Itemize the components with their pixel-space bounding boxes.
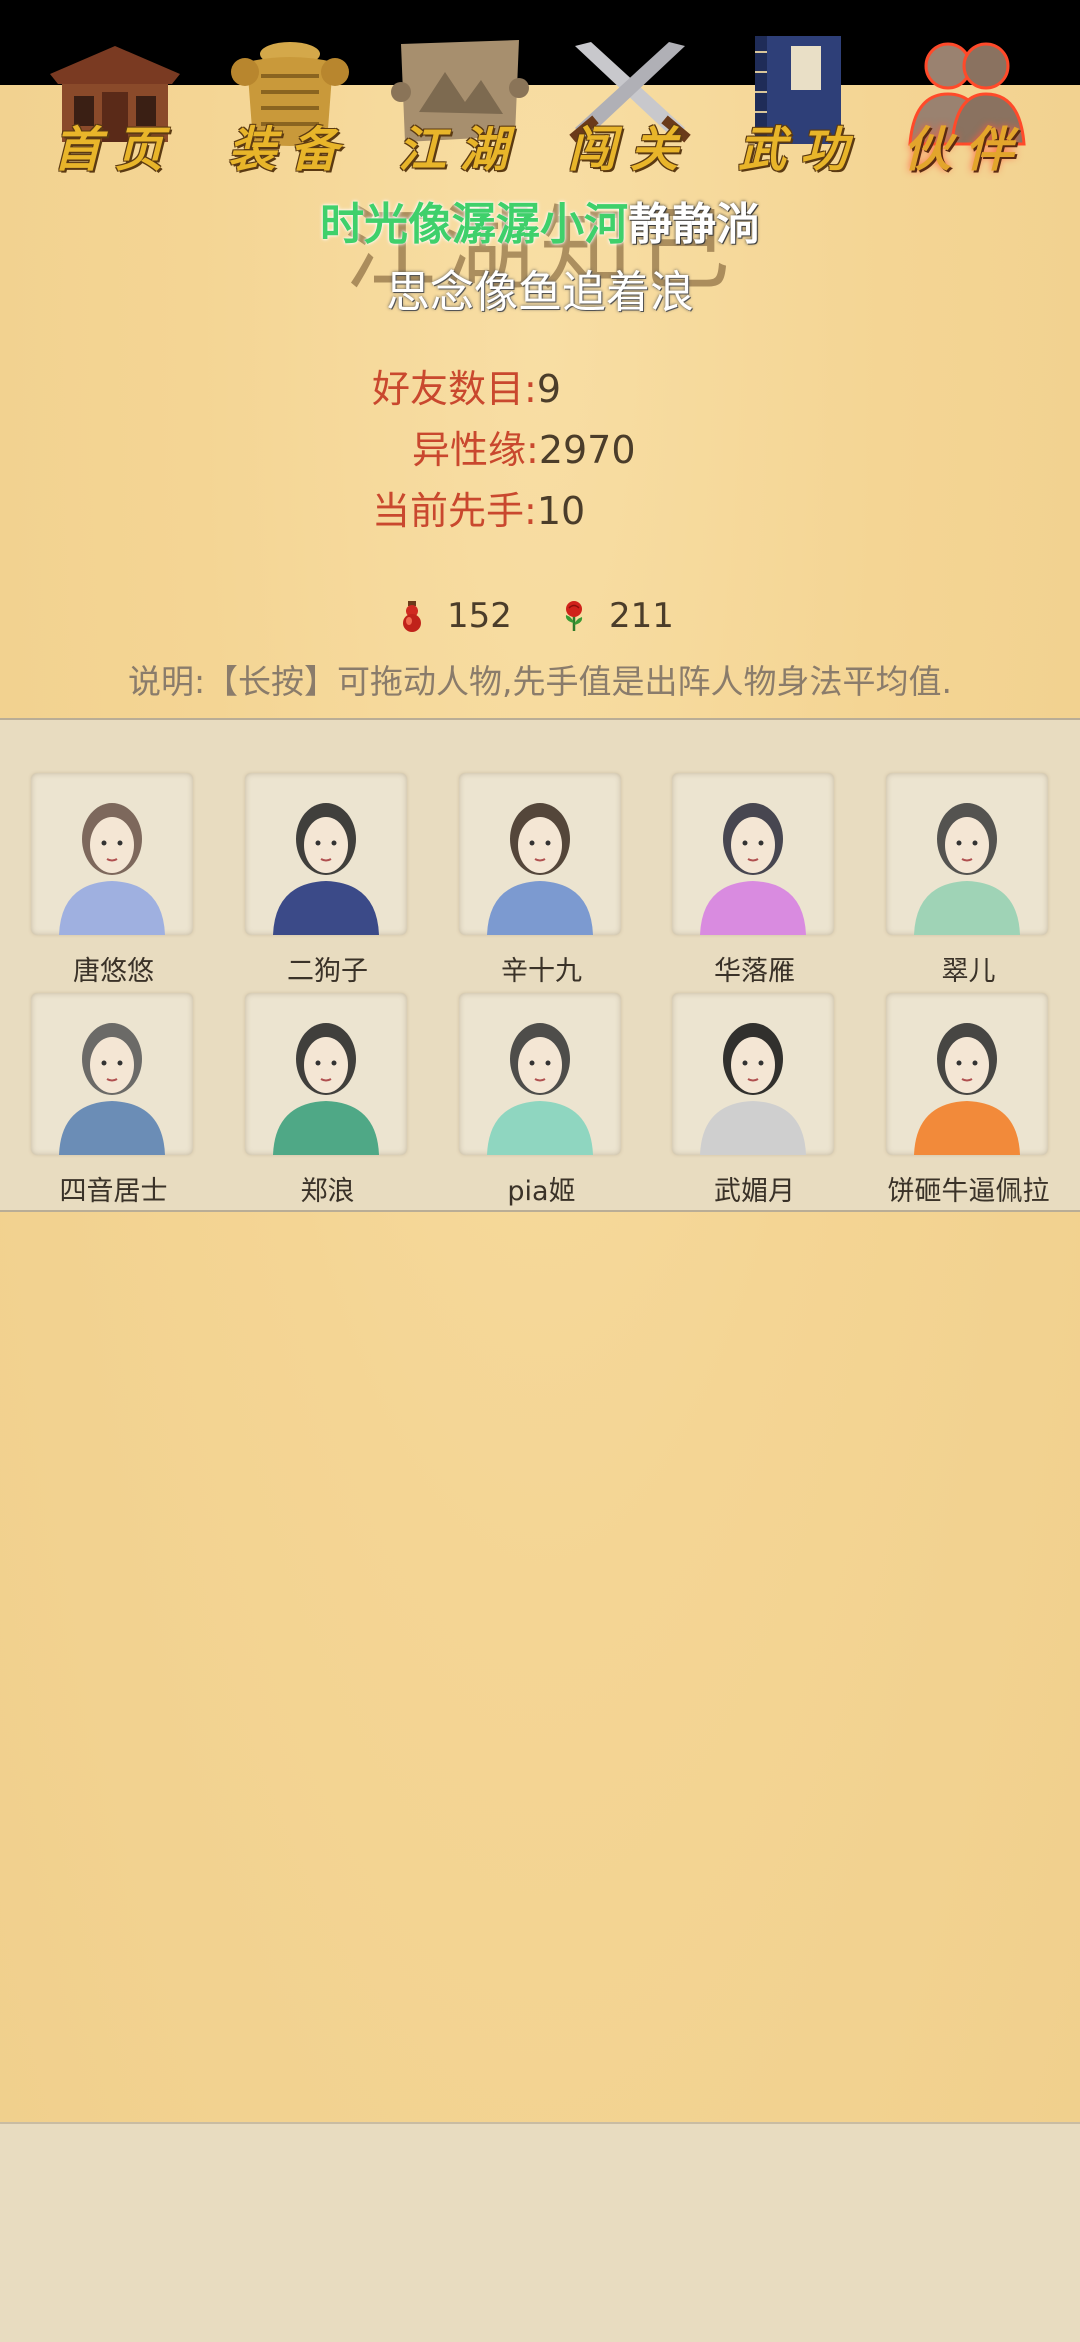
stat-initiative: 当前先手:10 (372, 480, 585, 535)
nav-jianghu[interactable]: 江湖 (385, 32, 535, 182)
friend-portrait (459, 993, 621, 1155)
rose-count: 211 (609, 596, 674, 636)
friend-name: 二狗子 (287, 956, 368, 987)
nav-companions[interactable]: 伙伴 (890, 32, 1040, 182)
friend-card[interactable]: 四音居士 (31, 993, 196, 1207)
friend-card[interactable]: 郑浪 (245, 993, 410, 1207)
portrait-figure-icon (700, 803, 806, 935)
portrait-figure-icon (487, 803, 593, 935)
nav-label: 武功 (737, 122, 862, 178)
friend-name: 唐悠悠 (73, 956, 154, 987)
friend-card[interactable]: 饼砸牛逼佩拉 (886, 993, 1051, 1207)
stat-charm: 异性缘:2970 (412, 419, 636, 474)
lyric-line-1: 时光像潺潺小河静静淌 (0, 188, 1080, 252)
friend-card[interactable]: 华落雁 (672, 773, 837, 987)
friend-portrait (31, 773, 193, 935)
friend-portrait (672, 993, 834, 1155)
lyric-rest: 静静淌 (628, 199, 760, 250)
friend-portrait (31, 993, 193, 1155)
rose-currency: 211 (557, 596, 674, 636)
portrait-figure-icon (273, 803, 379, 935)
red-gourd-icon (403, 601, 421, 632)
stat-label: 当前先手: (372, 489, 537, 533)
friend-card[interactable]: 辛十九 (459, 773, 624, 987)
nav-label: 伙伴 (902, 122, 1027, 178)
rose-icon (565, 601, 583, 631)
stat-value: 9 (536, 367, 561, 411)
nav-martial-arts[interactable]: 武功 (725, 32, 875, 182)
friend-card[interactable]: 二狗子 (245, 773, 410, 987)
friend-portrait (459, 773, 621, 935)
stat-value: 2970 (538, 428, 636, 472)
friend-portrait (886, 773, 1048, 935)
portrait-figure-icon (59, 1023, 165, 1155)
hint-text: 说明:【长按】可拖动人物,先手值是出阵人物身法平均值. (127, 662, 953, 701)
portrait-figure-icon (273, 1023, 379, 1155)
friend-portrait (672, 773, 834, 935)
portrait-figure-icon (914, 803, 1020, 935)
friend-card[interactable]: 翠儿 (886, 773, 1051, 987)
stat-value: 10 (536, 489, 586, 533)
nav-label: 江湖 (397, 122, 522, 178)
portrait-figure-icon (487, 1023, 593, 1155)
nav-equipment[interactable]: 装备 (215, 32, 365, 182)
nav-label: 闯关 (567, 122, 692, 178)
stat-label: 好友数目: (372, 367, 537, 411)
friend-card[interactable]: 唐悠悠 (31, 773, 196, 987)
friend-name: 华落雁 (714, 956, 795, 987)
friend-card[interactable]: pia姬 (459, 993, 624, 1207)
stat-friend-count: 好友数目:9 (372, 358, 561, 413)
bottom-nav (0, 2122, 1080, 2342)
stat-label: 异性缘: (412, 428, 539, 472)
friend-name: 翠儿 (941, 956, 996, 987)
nav-label: 装备 (227, 122, 352, 178)
nav-home[interactable]: 首页 (40, 32, 190, 182)
friend-name: 武媚月 (714, 1176, 795, 1207)
nav-challenge[interactable]: 闯关 (555, 32, 705, 182)
portrait-figure-icon (914, 1023, 1020, 1155)
friend-portrait (245, 993, 407, 1155)
nav-label: 首页 (52, 122, 177, 178)
lyric-line-2: 思念像鱼追着浪 (386, 267, 694, 318)
friend-name: 四音居士 (59, 1176, 168, 1207)
friend-name: 饼砸牛逼佩拉 (887, 1176, 1050, 1207)
portrait-figure-icon (59, 803, 165, 935)
lyric-highlight: 时光像潺潺小河 (320, 199, 628, 250)
gourd-currency: 152 (395, 596, 512, 636)
friend-portrait (886, 993, 1048, 1155)
gourd-count: 152 (447, 596, 512, 636)
portrait-figure-icon (700, 1023, 806, 1155)
friend-name: pia姬 (507, 1176, 576, 1207)
friend-card[interactable]: 武媚月 (672, 993, 837, 1207)
friend-name: 辛十九 (501, 956, 582, 987)
friend-name: 郑浪 (300, 1176, 355, 1207)
friend-portrait (245, 773, 407, 935)
